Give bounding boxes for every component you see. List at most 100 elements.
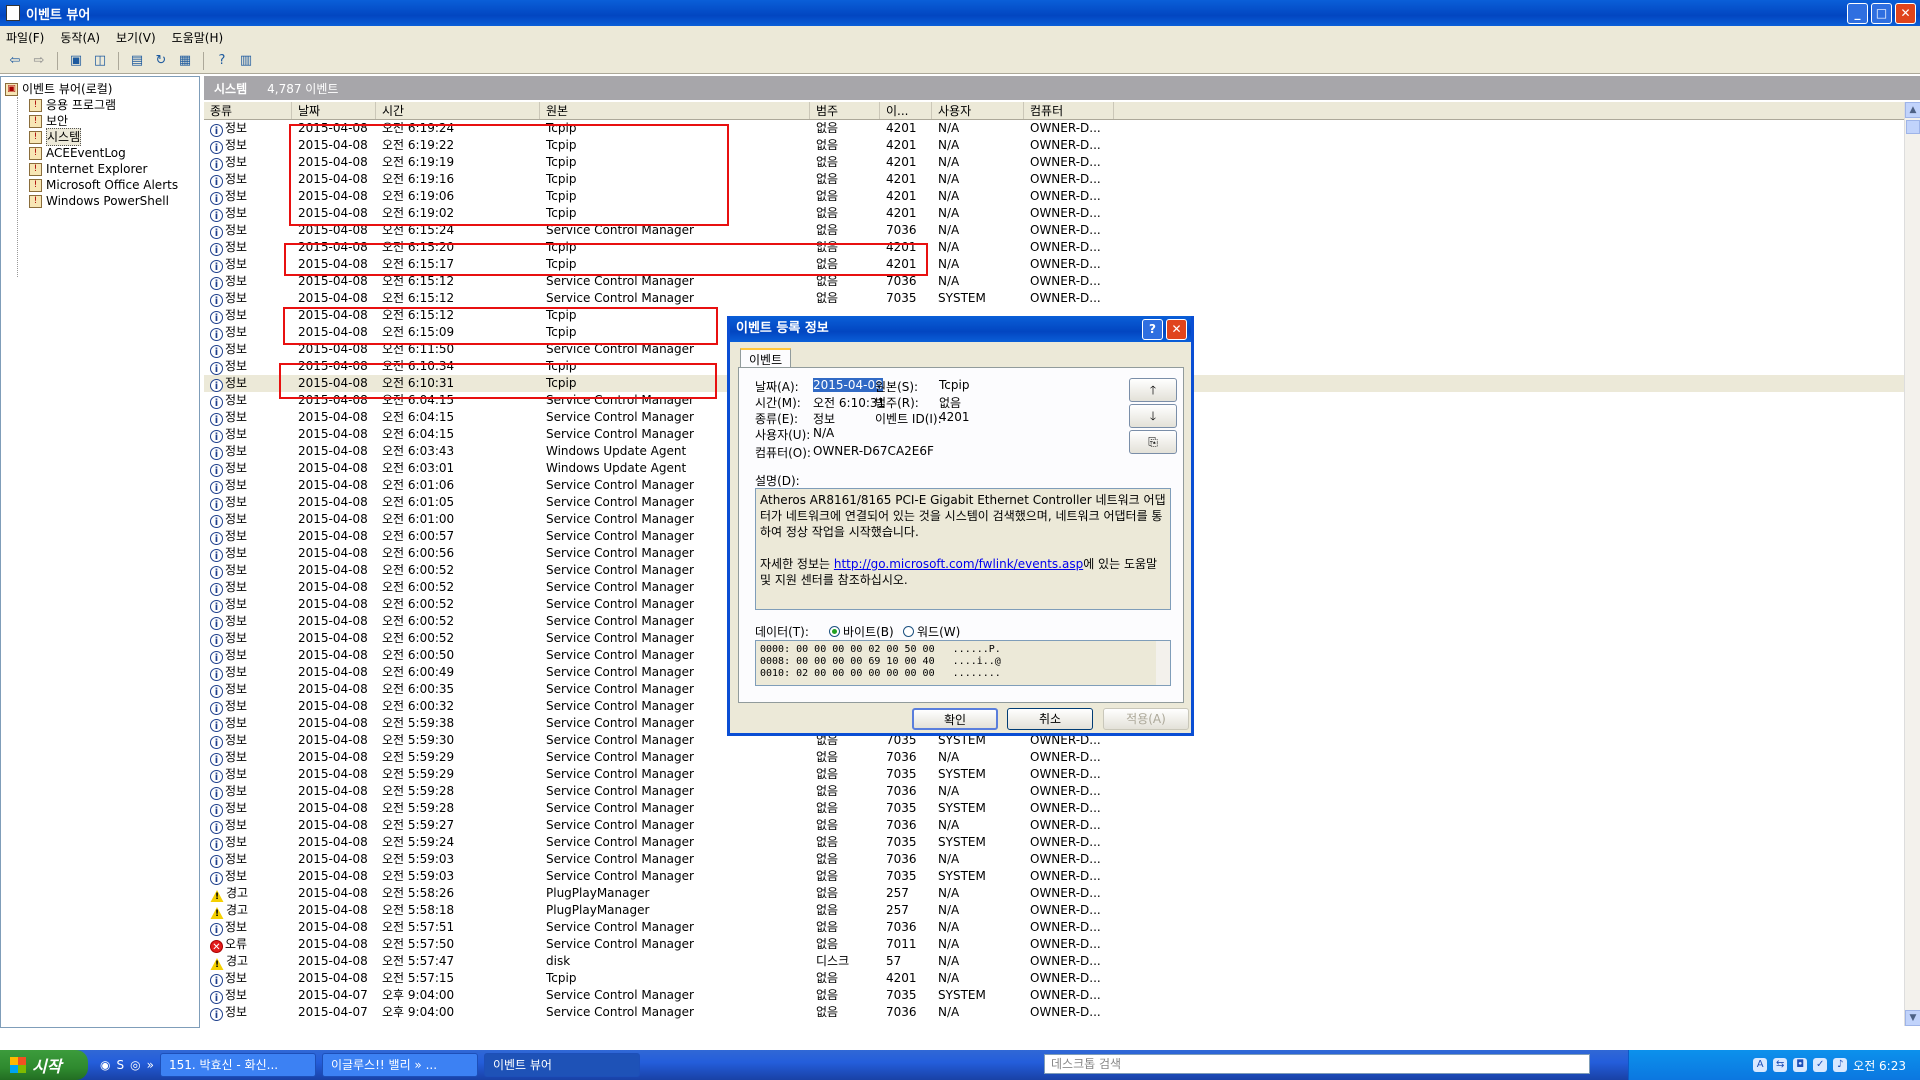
menu-help[interactable]: 도움말(H) (172, 29, 224, 46)
taskbar-item-active[interactable]: 이벤트 뷰어 (483, 1053, 640, 1077)
start-button[interactable]: 시작 (0, 1050, 88, 1080)
close-button[interactable]: ✕ (1895, 3, 1916, 24)
table-row[interactable]: i 정보 2015-04-07 오후 9:04:00 Service Control M… (204, 987, 1920, 1004)
menu-action[interactable]: 동작(A) (60, 29, 100, 46)
show-desktop-icon[interactable]: ◉ (100, 1058, 110, 1072)
table-row[interactable]: i 정보 2015-04-08 오전 5:57:15 Tcpip 없음 4201 N/A OWN… (204, 970, 1920, 987)
tree-root[interactable]: ▣ 이벤트 뷰어(로컬) (5, 81, 195, 97)
table-row[interactable]: i 정보 2015-04-08 오전 6:19:24 Tcpip 없음 4201 N/A OWN… (204, 120, 1920, 137)
table-row[interactable]: i 정보 2015-04-08 오전 6:15:24 Service Control M… (204, 222, 1920, 239)
table-row[interactable]: ! 경고 2015-04-08 오전 5:58:18 PlugPlayManager 없음… (204, 902, 1920, 919)
cell-time: 오전 6:03:01 (382, 461, 455, 475)
table-row[interactable]: ! 경고 2015-04-08 오전 5:58:26 PlugPlayManager 없음… (204, 885, 1920, 902)
scroll-down-icon[interactable]: ▼ (1905, 1010, 1920, 1026)
export-icon[interactable]: ▦ (176, 52, 194, 70)
apply-button[interactable]: 적용(A) (1103, 708, 1189, 730)
data-hex-box[interactable]: 0000: 00 00 00 00 02 00 50 00 ......P. 0… (755, 640, 1171, 686)
table-row[interactable]: i 정보 2015-04-08 오전 6:19:16 Tcpip 없음 4201 N/A OWN… (204, 171, 1920, 188)
table-row[interactable]: i 정보 2015-04-08 오전 6:15:12 Service Control M… (204, 273, 1920, 290)
copy-button[interactable]: ⎘ (1129, 430, 1177, 454)
tab-event[interactable]: 이벤트 (740, 348, 792, 368)
column-user[interactable]: 사용자 (932, 102, 1024, 119)
cell-date: 2015-04-08 (298, 223, 368, 237)
help-button[interactable]: ? (1142, 319, 1163, 340)
tree-item-aceeventlog[interactable]: ! ACEEventLog (5, 145, 195, 161)
dialog-close-button[interactable]: ✕ (1166, 319, 1187, 340)
info-icon: i (210, 804, 223, 817)
column-type[interactable]: 종류 (204, 102, 292, 119)
info-icon: i (210, 1008, 223, 1021)
back-icon[interactable]: ⇦ (6, 52, 24, 70)
chat-icon[interactable]: ◘ (1793, 1058, 1808, 1072)
table-row[interactable]: i 정보 2015-04-08 오전 5:59:28 Service Control M… (204, 783, 1920, 800)
scroll-thumb[interactable] (1906, 120, 1920, 134)
column-source[interactable]: 원본 (540, 102, 810, 119)
more-chevron-icon[interactable]: » (147, 1058, 154, 1072)
description-box[interactable]: Atheros AR8161/8165 PCI-E Gigabit Ethern… (755, 488, 1171, 610)
cancel-button[interactable]: 취소 (1007, 708, 1093, 730)
table-row[interactable]: ! 경고 2015-04-08 오전 5:57:47 disk 디스크 57 N/A OWNER… (204, 953, 1920, 970)
table-row[interactable]: ✕ 오류 2015-04-08 오전 5:57:50 Service Control M… (204, 936, 1920, 953)
table-row[interactable]: i 정보 2015-04-08 오전 6:19:06 Tcpip 없음 4201 N/A OWN… (204, 188, 1920, 205)
column-category[interactable]: 범주 (810, 102, 880, 119)
tree-item-office-alerts[interactable]: ! Microsoft Office Alerts (5, 177, 195, 193)
table-row[interactable]: i 정보 2015-04-08 오전 6:19:22 Tcpip 없음 4201 N/A OWN… (204, 137, 1920, 154)
vertical-scrollbar[interactable]: ▲ ▼ (1904, 102, 1920, 1026)
table-row[interactable]: i 정보 2015-04-08 오전 6:15:20 Tcpip 없음 4201 N/A OWN… (204, 239, 1920, 256)
properties-icon[interactable]: ▤ (128, 52, 146, 70)
table-row[interactable]: i 정보 2015-04-08 오전 6:19:19 Tcpip 없음 4201 N/A OWN… (204, 154, 1920, 171)
column-date[interactable]: 날짜 (292, 102, 376, 119)
column-computer[interactable]: 컴퓨터 (1024, 102, 1114, 119)
tree-item-internet-explorer[interactable]: ! Internet Explorer (5, 161, 195, 177)
clock[interactable]: 오전 6:23 (1853, 1057, 1906, 1074)
tree-item-system[interactable]: ! 시스템 (5, 128, 195, 146)
table-row[interactable]: i 정보 2015-04-08 오전 5:59:29 Service Control M… (204, 749, 1920, 766)
table-row[interactable]: i 정보 2015-04-08 오전 6:15:12 Service Control M… (204, 290, 1920, 307)
tree-connector (17, 97, 18, 277)
words-radio[interactable]: 워드(W) (903, 623, 960, 640)
network-icon[interactable]: ⇆ (1773, 1058, 1788, 1072)
ok-button[interactable]: 확인 (912, 708, 998, 730)
menu-file[interactable]: 파일(F) (6, 29, 44, 46)
console-icon[interactable]: ▥ (237, 52, 255, 70)
table-row[interactable]: i 정보 2015-04-07 오후 9:04:00 Service Control M… (204, 1004, 1920, 1021)
previous-event-button[interactable]: 🡑 (1129, 378, 1177, 402)
cell-computer: OWNER-D... (1030, 784, 1101, 798)
table-row[interactable]: i 정보 2015-04-08 오전 5:59:24 Service Control M… (204, 834, 1920, 851)
minimize-button[interactable]: _ (1847, 3, 1868, 24)
column-time[interactable]: 시간 (376, 102, 540, 119)
column-event-id[interactable]: 이... (880, 102, 932, 119)
table-row[interactable]: i 정보 2015-04-08 오전 5:59:03 Service Control M… (204, 851, 1920, 868)
tree-item-powershell[interactable]: ! Windows PowerShell (5, 193, 195, 209)
volume-icon[interactable]: ♪ (1833, 1058, 1848, 1072)
hex-scrollbar[interactable] (1156, 641, 1170, 685)
table-row[interactable]: i 정보 2015-04-08 오전 5:57:51 Service Control M… (204, 919, 1920, 936)
table-row[interactable]: i 정보 2015-04-08 오전 6:19:02 Tcpip 없음 4201 N/A OWN… (204, 205, 1920, 222)
language-icon[interactable]: A (1753, 1058, 1768, 1072)
table-row[interactable]: i 정보 2015-04-08 오전 5:59:27 Service Control M… (204, 817, 1920, 834)
table-row[interactable]: i 정보 2015-04-08 오전 5:59:29 Service Control M… (204, 766, 1920, 783)
skype-icon[interactable]: S (116, 1058, 124, 1072)
help-icon[interactable]: ? (213, 52, 231, 70)
menu-view[interactable]: 보기(V) (116, 29, 156, 46)
up-folder-icon[interactable]: ▣ (67, 52, 85, 70)
show-tree-icon[interactable]: ◫ (91, 52, 109, 70)
help-link[interactable]: http://go.microsoft.com/fwlink/events.as… (834, 557, 1083, 571)
refresh-icon[interactable]: ↻ (152, 52, 170, 70)
bytes-radio[interactable]: 바이트(B) (829, 623, 894, 640)
taskbar-item[interactable]: 151. 박효신 - 화신... (159, 1053, 316, 1077)
browser-icon[interactable]: ◎ (130, 1058, 140, 1072)
maximize-button[interactable]: □ (1871, 3, 1892, 24)
taskbar-item[interactable]: 이글루스!! 밸리 » ... (321, 1053, 478, 1077)
tree-item-security[interactable]: ! 보안 (5, 113, 195, 129)
table-row[interactable]: i 정보 2015-04-08 오전 6:15:17 Tcpip 없음 4201 N/A OWN… (204, 256, 1920, 273)
forward-icon[interactable]: ⇨ (30, 52, 48, 70)
table-row[interactable]: i 정보 2015-04-08 오전 5:59:28 Service Control M… (204, 800, 1920, 817)
date-value[interactable]: 2015-04-08 (813, 378, 883, 392)
next-event-button[interactable]: 🡓 (1129, 404, 1177, 428)
scroll-up-icon[interactable]: ▲ (1905, 102, 1920, 118)
desktop-search-input[interactable]: 데스크톱 검색 (1044, 1054, 1590, 1074)
security-icon[interactable]: ✓ (1813, 1058, 1828, 1072)
tree-item-application[interactable]: ! 응용 프로그램 (5, 97, 195, 113)
table-row[interactable]: i 정보 2015-04-08 오전 5:59:03 Service Control M… (204, 868, 1920, 885)
